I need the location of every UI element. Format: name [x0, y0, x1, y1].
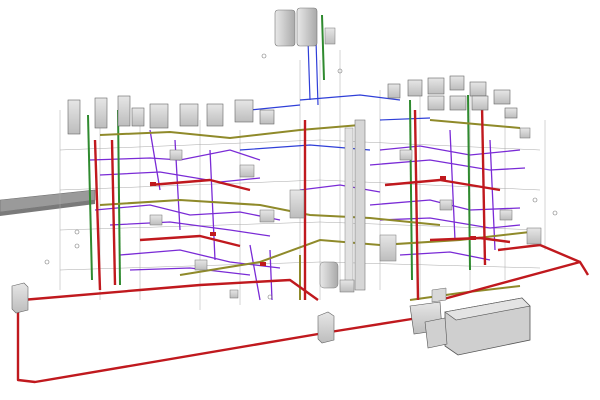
rooftop-units-right	[387, 75, 518, 119]
mep-3d-model[interactable]	[0, 0, 600, 400]
green-risers	[87, 14, 471, 286]
rooftop-units-left	[67, 95, 275, 135]
red-fittings	[150, 176, 476, 266]
water-tanks	[274, 7, 336, 47]
ground-cabinet-middle	[317, 311, 335, 344]
horizontal-duct	[0, 189, 96, 216]
model-viewport[interactable]	[0, 0, 600, 400]
ground-cabinet-left	[11, 282, 29, 314]
olive-pipe-network	[99, 119, 531, 301]
